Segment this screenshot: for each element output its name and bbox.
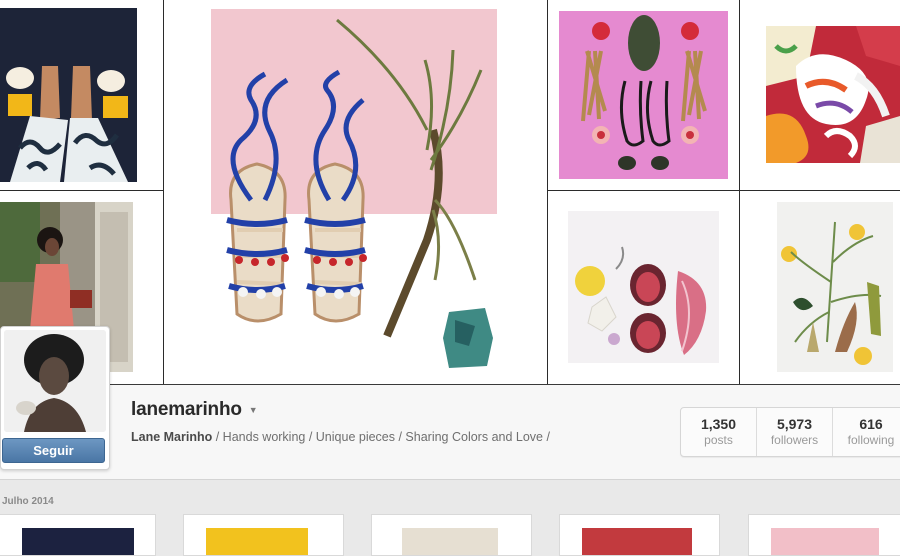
- avatar[interactable]: [4, 330, 106, 432]
- stat-posts[interactable]: 1,350 posts: [681, 408, 757, 456]
- feed-thumbnail[interactable]: [183, 514, 344, 556]
- mosaic-divider: [547, 0, 548, 384]
- photo-tile-sandals-legs[interactable]: [0, 8, 137, 182]
- stat-followers-label: followers: [770, 433, 819, 447]
- chevron-down-icon[interactable]: ▼: [249, 405, 258, 415]
- stat-following-count: 616: [859, 416, 883, 432]
- stat-following[interactable]: 616 following: [833, 408, 900, 456]
- follow-button[interactable]: Seguir: [2, 438, 105, 463]
- mosaic-divider: [739, 0, 740, 384]
- feed-thumbnail[interactable]: [559, 514, 720, 556]
- mosaic-divider: [0, 190, 163, 191]
- profile-username: lanemarinho: [131, 399, 242, 420]
- feed-thumbnail[interactable]: [371, 514, 532, 556]
- profile-avatar-card: Seguir: [0, 326, 110, 470]
- photo-tile-magenta-flatlay[interactable]: [559, 11, 728, 179]
- photo-tile-abstract-painting[interactable]: [766, 26, 900, 163]
- profile-bio: Lane Marinho / Hands working / Unique pi…: [131, 430, 550, 444]
- stat-followers[interactable]: 5,973 followers: [757, 408, 833, 456]
- stat-followers-count: 5,973: [776, 416, 813, 432]
- mosaic-divider: [547, 190, 900, 191]
- feed-thumbnail[interactable]: [748, 514, 900, 556]
- profile-full-name: Lane Marinho: [131, 430, 213, 444]
- stat-following-label: following: [847, 433, 895, 447]
- stat-posts-label: posts: [704, 433, 733, 447]
- photo-tile-figs-lemon[interactable]: [568, 211, 719, 363]
- profile-stats: 1,350 posts 5,973 followers 616 followin…: [680, 407, 900, 457]
- photo-tile-blue-sandals[interactable]: [165, 0, 547, 384]
- month-label: Julho 2014: [2, 496, 54, 507]
- username-row: lanemarinho ▼: [131, 399, 258, 421]
- stat-posts-count: 1,350: [700, 416, 737, 432]
- feed-thumbnail[interactable]: [0, 514, 156, 556]
- profile-bio-text: / Hands working / Unique pieces / Sharin…: [212, 430, 550, 444]
- photo-mosaic: [0, 0, 900, 384]
- mosaic-divider: [163, 0, 164, 384]
- photo-tile-botanical[interactable]: [777, 202, 893, 372]
